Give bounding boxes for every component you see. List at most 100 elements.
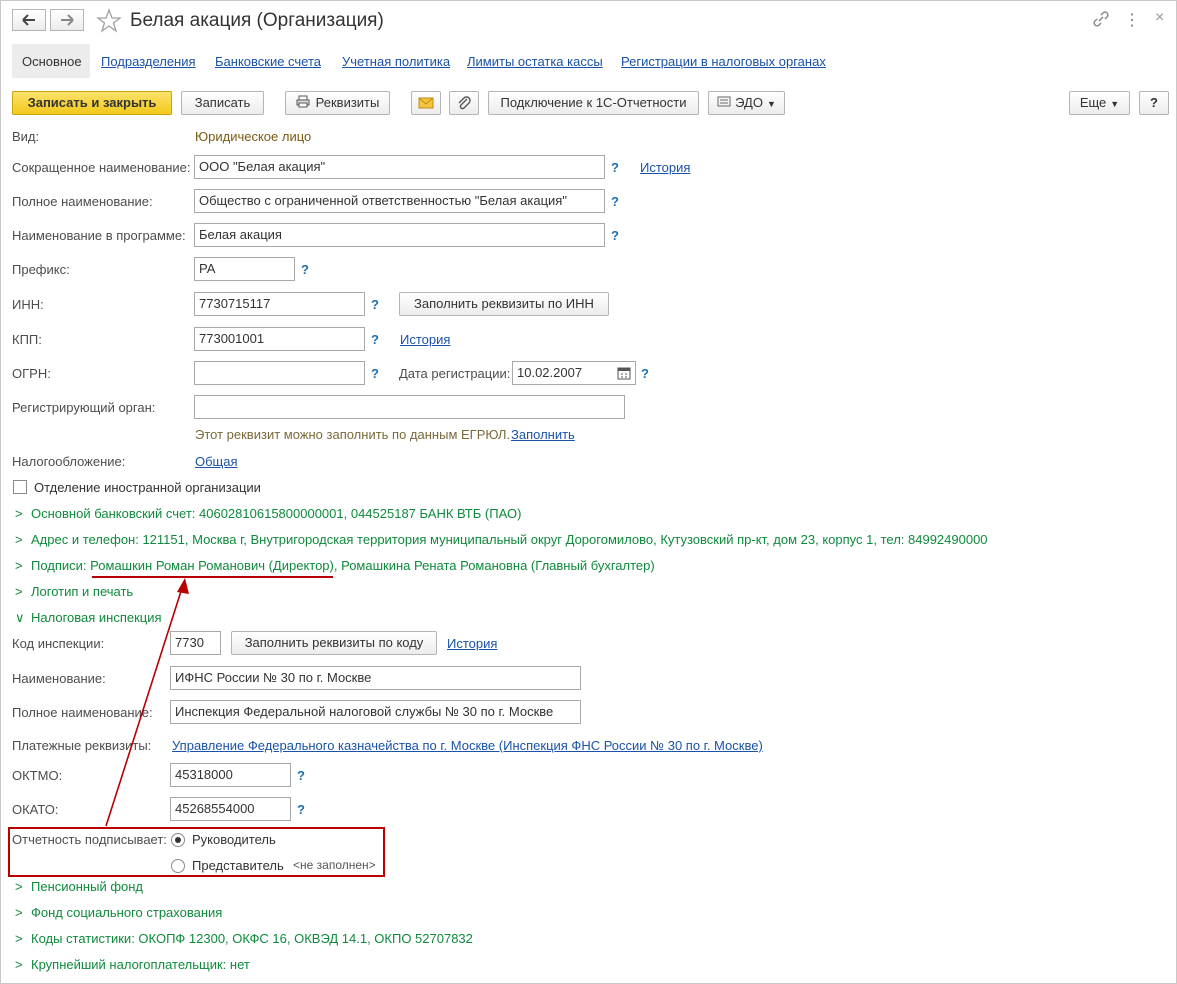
inspection-name-label: Наименование: [12, 671, 106, 686]
ogrn-input[interactable] [194, 361, 365, 385]
group-bank-account[interactable]: > Основной банковский счет: 4060281061580… [15, 506, 521, 521]
dropdown-arrow-icon: ▼ [766, 99, 776, 109]
oktmo-input[interactable]: 45318000 [170, 763, 291, 787]
chevron-right-icon: > [15, 558, 23, 573]
printer-icon [296, 93, 310, 115]
inn-help-icon[interactable]: ? [371, 297, 379, 312]
arrow-left-icon [22, 14, 35, 26]
okato-help-icon[interactable]: ? [297, 802, 305, 817]
edo-icon [717, 93, 731, 115]
kpp-input[interactable]: 773001001 [194, 327, 365, 351]
inspection-code-input[interactable]: 7730 [170, 631, 221, 655]
group-social-insurance[interactable]: > Фонд социального страхования [15, 905, 222, 920]
inspection-code-label: Код инспекции: [12, 636, 105, 651]
edo-button[interactable]: ЭДО ▼ [708, 91, 785, 115]
forward-button[interactable] [50, 9, 84, 31]
inspection-name-input[interactable]: ИФНС России № 30 по г. Москве [170, 666, 581, 690]
chevron-right-icon: > [15, 532, 23, 547]
prefix-help-icon[interactable]: ? [301, 262, 309, 277]
dropdown-arrow-icon: ▼ [1110, 99, 1120, 109]
group-tax-inspection[interactable]: ∨ Налоговая инспекция [15, 610, 162, 626]
full-name-input[interactable]: Общество с ограниченной ответственностью… [194, 189, 605, 213]
tab-osnovnoe[interactable]: Основное [12, 44, 90, 78]
inspection-history-link[interactable]: История [447, 636, 497, 651]
inspection-full-name-input[interactable]: Инспекция Федеральной налоговой службы №… [170, 700, 581, 724]
group-statistics-codes[interactable]: > Коды статистики: ОКОПФ 12300, ОКФС 16, … [15, 931, 473, 946]
save-button[interactable]: Записать [181, 91, 264, 115]
tab-tax-registrations[interactable]: Регистрации в налоговых органах [621, 54, 826, 69]
email-button[interactable] [411, 91, 441, 115]
requisites-label: Реквизиты [315, 95, 380, 110]
reg-date-help-icon[interactable]: ? [641, 366, 649, 381]
foreign-org-checkbox[interactable] [13, 480, 27, 494]
foreign-org-label: Отделение иностранной организации [34, 480, 261, 495]
chevron-right-icon: > [15, 879, 23, 894]
program-name-input[interactable]: Белая акация [194, 223, 605, 247]
group-largest-taxpayer[interactable]: > Крупнейший налогоплательщик: нет [15, 957, 250, 972]
group-signatures[interactable]: > Подписи: Ромашкин Роман Романович (Дире… [15, 558, 655, 573]
more-button[interactable]: Еще ▼ [1069, 91, 1130, 115]
tab-cash-limits[interactable]: Лимиты остатка кассы [467, 54, 603, 69]
requisites-button[interactable]: Реквизиты [285, 91, 390, 115]
help-button[interactable]: ? [1139, 91, 1169, 115]
chevron-down-icon: ∨ [15, 610, 25, 625]
page-title: Белая акация (Организация) [130, 10, 384, 31]
chevron-right-icon: > [15, 905, 23, 920]
edo-label: ЭДО [735, 95, 763, 110]
fill-by-code-button[interactable]: Заполнить реквизиты по коду [231, 631, 437, 655]
reg-org-input[interactable] [194, 395, 625, 419]
short-name-label: Сокращенное наименование: [12, 160, 191, 175]
tab-accounting-policy[interactable]: Учетная политика [342, 54, 450, 69]
group-pension-fund[interactable]: > Пенсионный фонд [15, 879, 143, 894]
envelope-icon [418, 97, 434, 109]
signature-director: Ромашкин Роман Романович (Директор) [90, 558, 334, 573]
inspection-full-name-label: Полное наименование: [12, 705, 153, 720]
prefix-input[interactable]: РА [194, 257, 295, 281]
tab-osnovnoe-label: Основное [22, 54, 82, 69]
kpp-help-icon[interactable]: ? [371, 332, 379, 347]
save-and-close-button[interactable]: Записать и закрыть [12, 91, 172, 115]
arrow-right-icon [61, 14, 74, 26]
group-pension-fund-label: Пенсионный фонд [31, 879, 144, 894]
full-name-help-icon[interactable]: ? [611, 194, 619, 209]
calendar-icon[interactable] [617, 366, 631, 380]
annotation-box [8, 827, 385, 877]
full-name-label: Полное наименование: [12, 194, 153, 209]
inn-label: ИНН: [12, 297, 44, 312]
inn-input[interactable]: 7730715117 [194, 292, 365, 316]
back-button[interactable] [12, 9, 46, 31]
group-logo[interactable]: > Логотип и печать [15, 584, 133, 599]
okato-label: ОКАТО: [12, 802, 59, 817]
group-logo-label: Логотип и печать [31, 584, 134, 599]
annotation-underline [92, 576, 333, 578]
kpp-label: КПП: [12, 332, 42, 347]
group-signatures-prefix: Подписи: [31, 558, 91, 573]
reg-org-label: Регистрирующий орган: [12, 400, 156, 415]
close-icon[interactable]: × [1155, 9, 1164, 27]
star-icon[interactable] [96, 8, 122, 34]
attach-button[interactable] [449, 91, 479, 115]
oktmo-help-icon[interactable]: ? [297, 768, 305, 783]
tab-bank-accounts[interactable]: Банковские счета [215, 54, 321, 69]
kpp-history-link[interactable]: История [400, 332, 450, 347]
connect-1c-reporting-button[interactable]: Подключение к 1С-Отчетности [488, 91, 699, 115]
payment-requisites-link[interactable]: Управление Федерального казначейства по … [172, 738, 763, 753]
tab-podrazdeleniya[interactable]: Подразделения [101, 54, 196, 69]
link-icon[interactable] [1092, 10, 1110, 28]
short-name-help-icon[interactable]: ? [611, 160, 619, 175]
prefix-label: Префикс: [12, 262, 70, 277]
okato-input[interactable]: 45268554000 [170, 797, 291, 821]
short-name-input[interactable]: ООО "Белая акация" [194, 155, 605, 179]
more-vertical-icon[interactable]: ⋮ [1124, 10, 1140, 30]
program-name-help-icon[interactable]: ? [611, 228, 619, 243]
chevron-right-icon: > [15, 506, 23, 521]
fill-by-inn-button[interactable]: Заполнить реквизиты по ИНН [399, 292, 609, 316]
group-address[interactable]: > Адрес и телефон: 121151, Москва г, Внут… [15, 532, 988, 547]
group-social-insurance-label: Фонд социального страхования [31, 905, 223, 920]
egrul-hint: Этот реквизит можно заполнить по данным … [195, 427, 511, 442]
short-name-history-link[interactable]: История [640, 160, 690, 175]
ogrn-help-icon[interactable]: ? [371, 366, 379, 381]
egrul-fill-link[interactable]: Заполнить [511, 427, 575, 442]
payment-requisites-label: Платежные реквизиты: [12, 738, 152, 753]
taxation-link[interactable]: Общая [195, 454, 238, 469]
